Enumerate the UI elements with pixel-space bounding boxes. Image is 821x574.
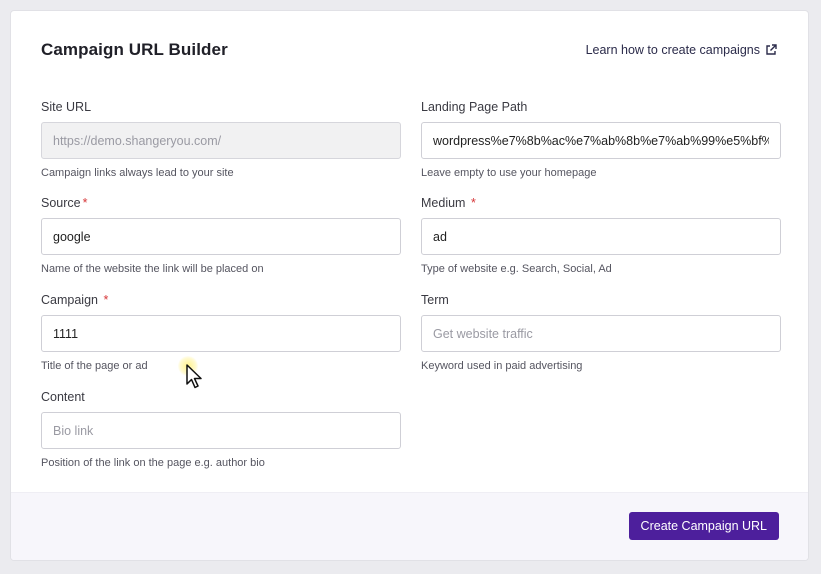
site-url-help: Campaign links always lead to your site	[41, 167, 234, 179]
term-field-group: Term Keyword used in paid advertising	[421, 292, 781, 373]
site-url-label: Site URL	[41, 100, 92, 114]
medium-required-mark: *	[470, 196, 476, 210]
medium-label: Medium *	[421, 196, 476, 210]
learn-campaigns-link[interactable]: Learn how to create campaigns	[586, 43, 777, 57]
term-help: Keyword used in paid advertising	[421, 360, 583, 372]
campaign-url-builder-card: Campaign URL Builder Learn how to create…	[10, 10, 809, 561]
content-field-group: Content Position of the link on the page…	[41, 389, 401, 470]
medium-input[interactable]	[421, 218, 781, 255]
page-title: Campaign URL Builder	[41, 40, 228, 59]
content-help: Position of the link on the page e.g. au…	[41, 457, 265, 469]
source-help: Name of the website the link will be pla…	[41, 263, 264, 275]
campaign-field-group: Campaign * Title of the page or ad	[41, 292, 401, 373]
card-footer: Create Campaign URL	[11, 492, 808, 560]
campaign-input[interactable]	[41, 315, 401, 352]
campaign-label: Campaign *	[41, 293, 109, 307]
source-input[interactable]	[41, 218, 401, 255]
medium-field-group: Medium * Type of website e.g. Search, So…	[421, 195, 781, 276]
landing-page-path-help: Leave empty to use your homepage	[421, 167, 597, 179]
card-header: Campaign URL Builder Learn how to create…	[11, 11, 808, 91]
site-url-input	[41, 122, 401, 159]
content-label: Content	[41, 390, 85, 404]
landing-page-path-input[interactable]	[421, 122, 781, 159]
source-required-mark: *	[82, 196, 88, 210]
content-input[interactable]	[41, 412, 401, 449]
source-label: Source *	[41, 196, 88, 210]
source-field-group: Source* Name of the website the link wil…	[41, 195, 401, 276]
campaign-help: Title of the page or ad	[41, 360, 148, 372]
medium-help: Type of website e.g. Search, Social, Ad	[421, 263, 612, 275]
learn-link-label: Learn how to create campaigns	[585, 43, 760, 57]
landing-page-path-label: Landing Page Path	[421, 100, 528, 114]
site-url-field-group: Site URL Campaign links always lead to y…	[41, 99, 401, 180]
campaign-required-mark: *	[103, 293, 109, 307]
term-label: Term	[421, 293, 449, 307]
create-campaign-url-button[interactable]: Create Campaign URL	[628, 512, 779, 540]
term-input[interactable]	[421, 315, 781, 352]
landing-page-path-field-group: Landing Page Path Leave empty to use you…	[421, 99, 781, 180]
external-link-icon	[765, 44, 777, 56]
